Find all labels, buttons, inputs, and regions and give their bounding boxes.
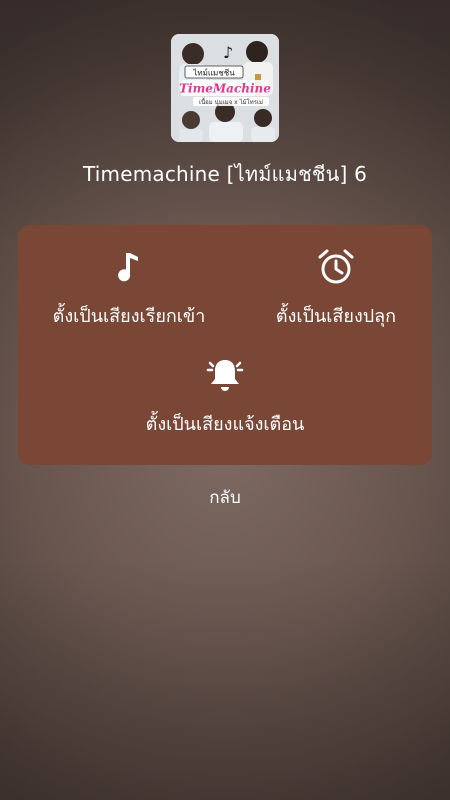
music-note-icon <box>118 253 138 282</box>
set-sound-menu: ตั้งเป็นเสียงเรียกเข้า ตั้งเป็นเสียงปลุก… <box>18 225 432 465</box>
album-cover: ♪ ไทม์แมชชีน TimeMachine เนื้อม นุ่มเมจ … <box>171 34 279 142</box>
song-title: Timemachine [ไทม์แมชชีน] 6 <box>82 162 368 186</box>
set-notification-button[interactable]: ตั้งเป็นเสียงแจ้งเตือน <box>18 355 432 438</box>
set-alarm-button[interactable]: ตั้งเป็นเสียงปลุก <box>240 247 432 330</box>
back-button[interactable]: กลับ <box>0 484 450 511</box>
svg-text:♪: ♪ <box>223 43 233 62</box>
set-ringtone-button[interactable]: ตั้งเป็นเสียงเรียกเข้า <box>18 247 240 330</box>
cover-logo-text: TimeMachine <box>179 82 271 96</box>
set-alarm-label: ตั้งเป็นเสียงปลุก <box>275 306 397 327</box>
cover-badge-text: ไทม์แมชชีน <box>192 68 235 78</box>
alarm-clock-icon <box>318 249 354 284</box>
set-notification-label: ตั้งเป็นเสียงแจ้งเตือน <box>145 414 305 435</box>
bell-icon <box>206 360 244 391</box>
set-ringtone-label: ตั้งเป็นเสียงเรียกเข้า <box>52 306 206 327</box>
